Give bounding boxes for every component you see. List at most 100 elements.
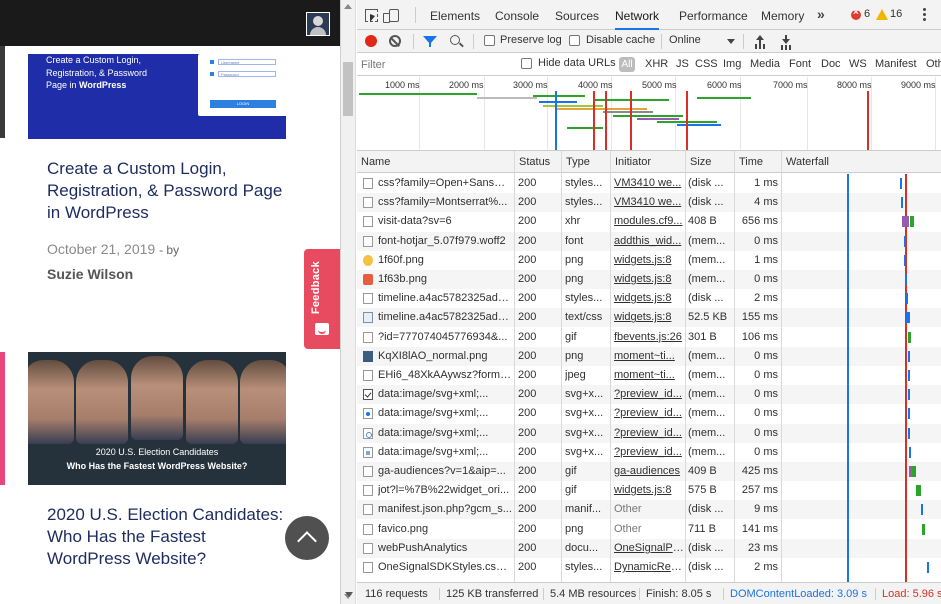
table-row[interactable]: ga-audiences?v=1&aip=... 200 gif ga-audienc…	[357, 462, 941, 481]
request-name[interactable]: favico.png	[378, 520, 512, 539]
request-initiator[interactable]: widgets.js:8	[614, 251, 684, 270]
request-name[interactable]: data:image/svg+xml;...	[378, 424, 512, 443]
request-name[interactable]: data:image/svg+xml;...	[378, 443, 512, 462]
request-initiator[interactable]: addthis_wid...	[614, 232, 684, 251]
table-row[interactable]: 1f60f.png 200 png widgets.js:8 (mem... 1 ms	[357, 251, 941, 270]
table-row[interactable]: data:image/svg+xml;... 200 svg+x... ?previe…	[357, 443, 941, 462]
scroll-up-arrow-icon[interactable]	[344, 4, 352, 9]
post-title-custom-login[interactable]: Create a Custom Login, Registration, & P…	[47, 158, 287, 224]
request-initiator[interactable]: widgets.js:8	[614, 270, 684, 289]
request-initiator[interactable]: modules.cf9...	[614, 212, 684, 231]
table-row[interactable]: ?id=777074045776934&... 200 gif fbevents.js…	[357, 328, 941, 347]
request-name[interactable]: css?family=Montserrat%...	[378, 193, 512, 212]
preserve-log-checkbox[interactable]	[484, 35, 495, 46]
table-row[interactable]: css?family=Montserrat%... 200 styles... VM3…	[357, 193, 941, 213]
import-har-icon[interactable]	[755, 35, 765, 47]
table-row[interactable]: data:image/svg+xml;... 200 svg+x... ?previe…	[357, 404, 941, 423]
filter-type-js[interactable]: JS	[676, 58, 689, 70]
column-header-status[interactable]: Status	[514, 151, 561, 173]
table-row[interactable]: manifest.json.php?gcm_s... 200 manif... Oth…	[357, 500, 941, 520]
chevron-down-icon[interactable]	[727, 39, 735, 44]
request-name[interactable]: css?family=Open+Sans%...	[378, 174, 512, 193]
request-initiator[interactable]: ?preview_id...	[614, 443, 684, 462]
request-initiator[interactable]: VM3410 we...	[614, 193, 684, 212]
post-author[interactable]: Suzie Wilson	[47, 266, 133, 282]
filter-type-manifest[interactable]: Manifest	[875, 58, 917, 70]
table-row[interactable]: KqXI8lAO_normal.png 200 png moment~ti... (me…	[357, 346, 941, 366]
request-initiator[interactable]: ?preview_id...	[614, 424, 684, 443]
request-name[interactable]: data:image/svg+xml;...	[378, 404, 512, 423]
filter-icon[interactable]	[423, 36, 437, 47]
request-name[interactable]: 1f63b.png	[378, 270, 512, 289]
table-row[interactable]: css?family=Open+Sans%... 200 styles... VM34…	[357, 174, 941, 193]
table-row[interactable]: visit-data?sv=6 200 xhr modules.cf9... 408 B…	[357, 212, 941, 231]
user-avatar[interactable]	[306, 12, 330, 36]
request-name[interactable]: timeline.a4ac5782325ad1...	[378, 289, 512, 308]
tab-memory[interactable]: Memory	[761, 0, 804, 30]
record-button[interactable]	[365, 35, 377, 47]
request-name[interactable]: webPushAnalytics	[378, 539, 512, 558]
request-initiator[interactable]: ?preview_id...	[614, 404, 684, 423]
request-initiator[interactable]: ?preview_id...	[614, 385, 684, 404]
post-thumbnail-custom-login[interactable]: Create a Custom Login, Registration, & P…	[28, 54, 286, 139]
table-row[interactable]: OneSignalSDKStyles.css?... 200 styles... Dy…	[357, 558, 941, 577]
request-initiator[interactable]: widgets.js:8	[614, 308, 684, 327]
post-title-election[interactable]: 2020 U.S. Election Candidates: Who Has t…	[47, 504, 287, 570]
page-scrollbar[interactable]	[341, 0, 356, 604]
tab-elements[interactable]: Elements	[430, 0, 480, 30]
request-initiator[interactable]: VM3410 we...	[614, 174, 684, 193]
disable-cache-label[interactable]: Disable cache	[586, 34, 655, 46]
table-row[interactable]: font-hotjar_5.07f979.woff2 200 font addthis…	[357, 231, 941, 251]
network-overview-timeline[interactable]: 1000 ms 2000 ms 3000 ms 4000 ms 5000 ms …	[357, 77, 941, 151]
request-name[interactable]: data:image/svg+xml;...	[378, 385, 512, 404]
filter-type-ws[interactable]: WS	[849, 58, 867, 70]
request-initiator[interactable]: fbevents.js:26	[614, 328, 684, 347]
warning-count[interactable]: 16	[890, 8, 902, 20]
tab-console[interactable]: Console	[495, 0, 539, 30]
request-name[interactable]: timeline.a4ac5782325ad1...	[378, 308, 512, 327]
table-row[interactable]: data:image/svg+xml;... 200 svg+x... ?previe…	[357, 385, 941, 405]
more-options-icon[interactable]	[923, 8, 926, 22]
table-row[interactable]: data:image/svg+xml;... 200 svg+x... ?previe…	[357, 423, 941, 443]
clear-button[interactable]	[389, 35, 401, 47]
table-row[interactable]: 1f63b.png 200 png widgets.js:8 (mem... 0 ms	[357, 270, 941, 289]
table-row[interactable]: favico.png 200 png Other 711 B 141 ms	[357, 520, 941, 539]
request-initiator[interactable]: widgets.js:8	[614, 481, 684, 500]
filter-type-doc[interactable]: Doc	[821, 58, 841, 70]
request-name[interactable]: ?id=777074045776934&...	[378, 328, 512, 347]
request-name[interactable]: jot?l=%7B%22widget_ori...	[378, 481, 512, 500]
column-header-waterfall[interactable]: Waterfall	[781, 151, 941, 173]
device-toolbar-icon[interactable]	[383, 9, 399, 23]
scrollbar-thumb[interactable]	[343, 62, 353, 116]
request-initiator[interactable]: ga-audiences	[614, 462, 684, 481]
request-name[interactable]: font-hotjar_5.07f979.woff2	[378, 232, 512, 251]
request-name[interactable]: EHi6_48XkAAywsz?forma...	[378, 366, 512, 385]
column-header-size[interactable]: Size	[685, 151, 734, 173]
filter-type-media[interactable]: Media	[750, 58, 780, 70]
filter-type-css[interactable]: CSS	[695, 58, 718, 70]
table-row[interactable]: timeline.a4ac5782325ad1... 200 text/css wid…	[357, 308, 941, 328]
request-initiator[interactable]: moment~ti...	[614, 366, 684, 385]
filter-type-img[interactable]: Img	[723, 58, 741, 70]
tab-network[interactable]: Network	[615, 0, 660, 30]
preserve-log-label[interactable]: Preserve log	[500, 34, 562, 46]
inspect-element-icon[interactable]	[365, 9, 378, 22]
error-count[interactable]: 6	[864, 8, 870, 20]
table-row[interactable]: EHi6_48XkAAywsz?forma... 200 jpeg moment~ti…	[357, 366, 941, 385]
request-name[interactable]: KqXI8lAO_normal.png	[378, 347, 512, 366]
hide-data-urls-label[interactable]: Hide data URLs	[538, 57, 616, 69]
error-icon[interactable]	[851, 7, 861, 20]
throttling-select[interactable]: Online	[669, 34, 701, 46]
request-name[interactable]: manifest.json.php?gcm_s...	[378, 500, 512, 519]
column-header-time[interactable]: Time	[734, 151, 781, 173]
export-har-icon[interactable]	[781, 35, 791, 47]
disable-cache-checkbox[interactable]	[569, 35, 580, 46]
column-header-type[interactable]: Type	[561, 151, 610, 173]
scroll-to-top-button[interactable]	[285, 516, 329, 560]
request-initiator[interactable]: OneSignalPa...	[614, 539, 684, 558]
drawer-toggle-icon[interactable]	[345, 592, 353, 597]
warning-icon[interactable]	[876, 9, 888, 20]
request-name[interactable]: OneSignalSDKStyles.css?...	[378, 558, 512, 577]
filter-type-other[interactable]: Oth	[926, 58, 941, 70]
search-icon[interactable]	[450, 35, 460, 45]
